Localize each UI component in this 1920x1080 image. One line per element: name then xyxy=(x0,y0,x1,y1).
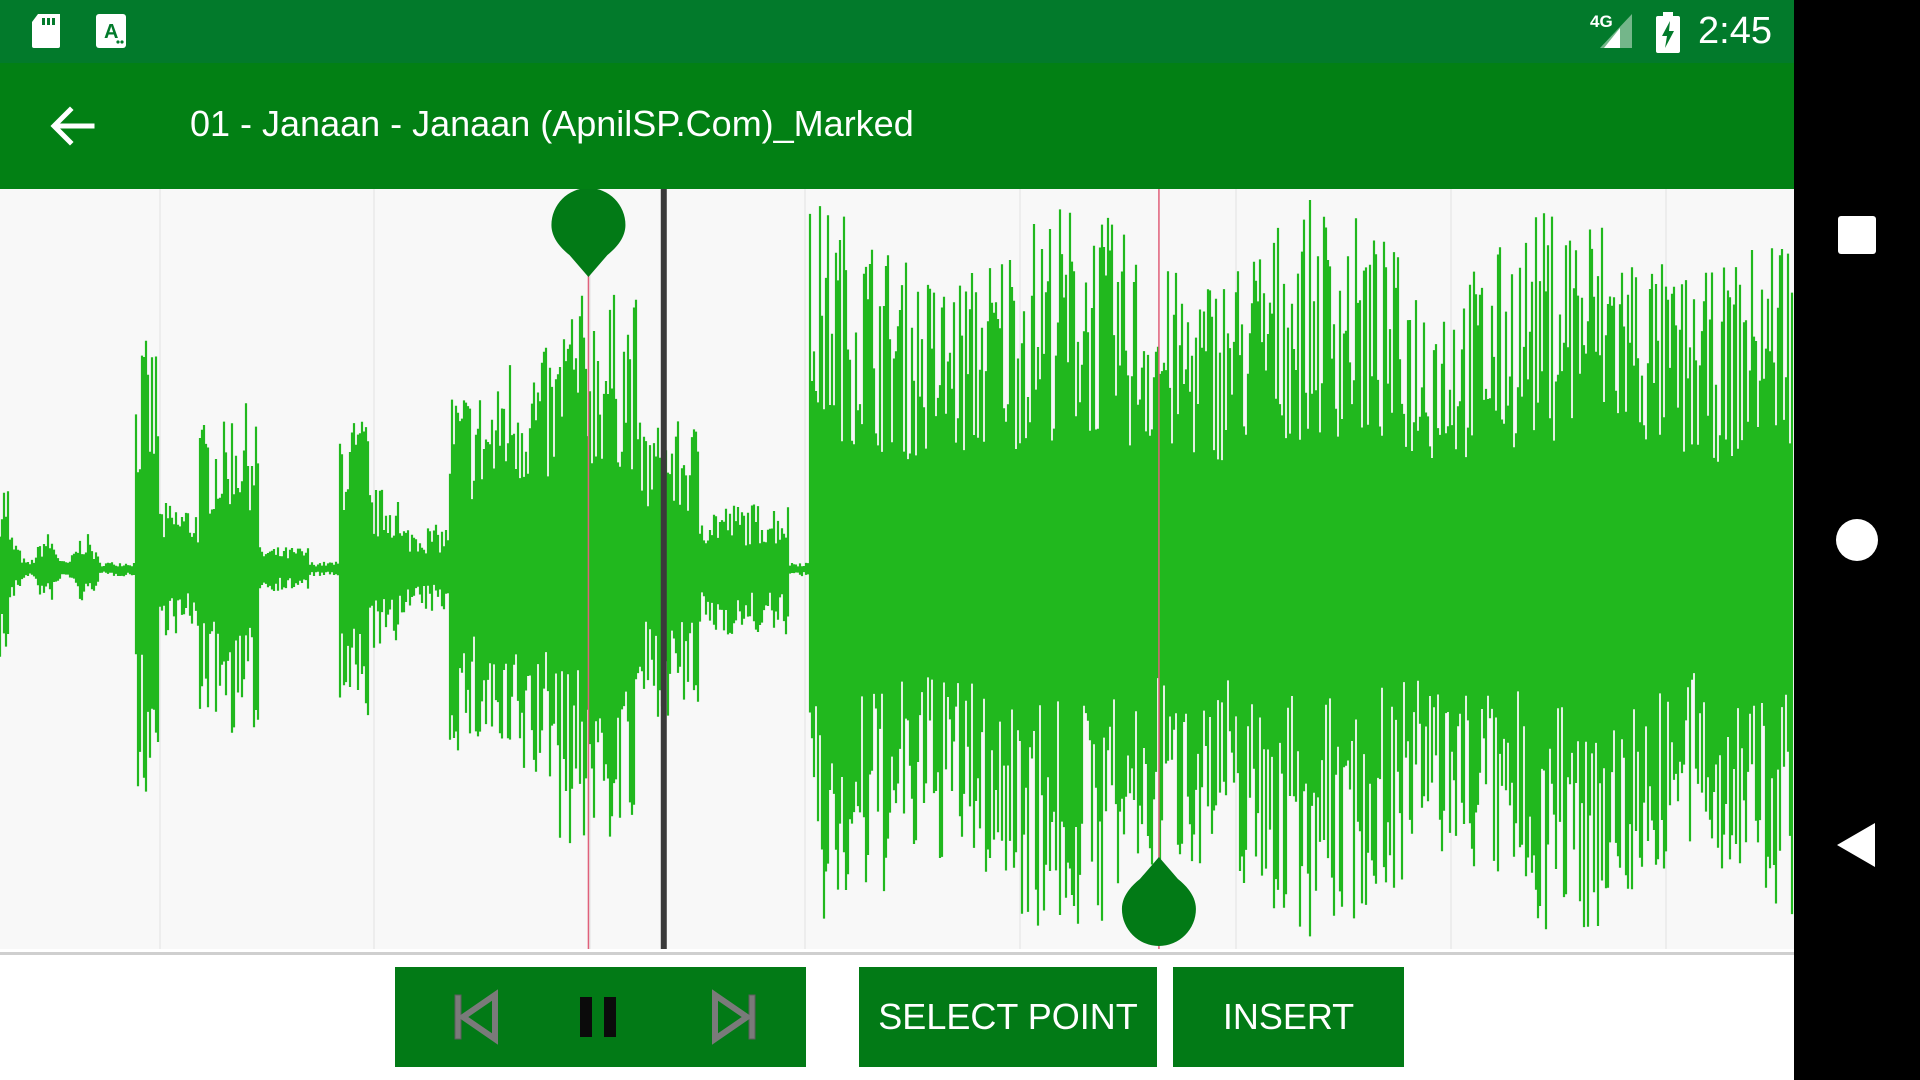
waveform-signal xyxy=(0,200,1794,937)
pause-button[interactable] xyxy=(570,987,630,1047)
select-point-button[interactable]: SELECT POINT xyxy=(859,967,1157,1067)
svg-text:A: A xyxy=(104,21,118,43)
pause-icon xyxy=(580,997,616,1037)
system-nav-bar xyxy=(1794,0,1920,1080)
app-screen: A 4G 2:45 01 - Janaan - Janaan (ApnilSP.… xyxy=(0,0,1794,1080)
insert-button[interactable]: INSERT xyxy=(1173,967,1404,1067)
home-button[interactable] xyxy=(1827,510,1887,570)
back-button[interactable] xyxy=(40,93,106,159)
battery-charging-icon xyxy=(1655,12,1681,59)
system-back-button[interactable] xyxy=(1827,815,1887,875)
recents-button[interactable] xyxy=(1827,205,1887,265)
signal-icon xyxy=(1598,12,1634,55)
skip-next-icon xyxy=(712,989,756,1045)
recents-square-icon xyxy=(1838,216,1876,254)
playhead[interactable] xyxy=(660,189,667,949)
text-notification-icon: A xyxy=(94,12,128,55)
next-button[interactable] xyxy=(705,987,765,1047)
sd-card-icon xyxy=(30,12,64,55)
waveform-editor[interactable] xyxy=(0,189,1794,949)
start-marker-handle[interactable] xyxy=(551,189,626,277)
transport-controls xyxy=(395,967,806,1067)
control-bar: SELECT POINT INSERT xyxy=(0,955,1794,1080)
back-triangle-icon xyxy=(1837,823,1875,867)
status-time: 2:45 xyxy=(1698,10,1772,52)
app-bar: 01 - Janaan - Janaan (ApnilSP.Com)_Marke… xyxy=(0,63,1794,189)
home-circle-icon xyxy=(1836,519,1878,561)
waveform-canvas[interactable] xyxy=(0,189,1794,949)
end-marker-handle[interactable] xyxy=(1121,857,1196,946)
skip-previous-icon xyxy=(454,989,498,1045)
arrow-left-icon xyxy=(50,106,95,146)
status-bar: A 4G 2:45 xyxy=(0,0,1794,63)
page-title: 01 - Janaan - Janaan (ApnilSP.Com)_Marke… xyxy=(190,103,914,144)
previous-button[interactable] xyxy=(445,987,505,1047)
